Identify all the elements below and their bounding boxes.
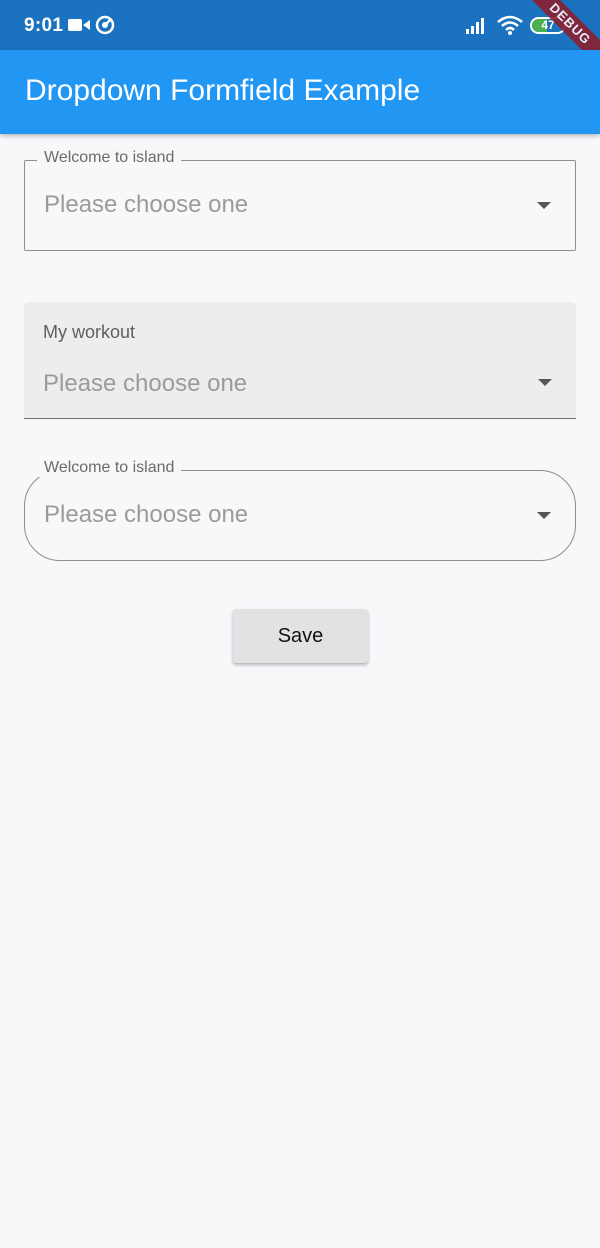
field-hint: Please choose one <box>43 370 248 397</box>
field-hint: Please choose one <box>44 501 249 528</box>
video-camera-icon <box>68 19 90 31</box>
status-time: 9:01 <box>24 15 64 36</box>
dropdown-arrow-icon <box>538 379 552 386</box>
app-title: Dropdown Formfield Example <box>25 74 421 107</box>
sync-icon <box>95 15 115 35</box>
wifi-icon <box>497 15 523 35</box>
field-label: Welcome to island <box>37 459 182 477</box>
dropdown-arrow-icon <box>537 512 551 519</box>
save-button[interactable]: Save <box>233 609 368 663</box>
field-hint: Please choose one <box>44 191 249 218</box>
app-bar: Dropdown Formfield Example <box>0 50 600 134</box>
field-label: My workout <box>43 322 136 342</box>
welcome-island-rounded-dropdown[interactable]: Welcome to island Please choose one <box>24 459 576 561</box>
my-workout-dropdown[interactable]: My workout Please choose one <box>24 302 576 419</box>
field-label: Welcome to island <box>37 149 182 167</box>
status-bar: 9:01 47 <box>0 0 600 50</box>
signal-icon <box>466 18 484 34</box>
dropdown-arrow-icon <box>537 202 551 209</box>
welcome-island-dropdown[interactable]: Welcome to island Please choose one <box>24 149 576 251</box>
